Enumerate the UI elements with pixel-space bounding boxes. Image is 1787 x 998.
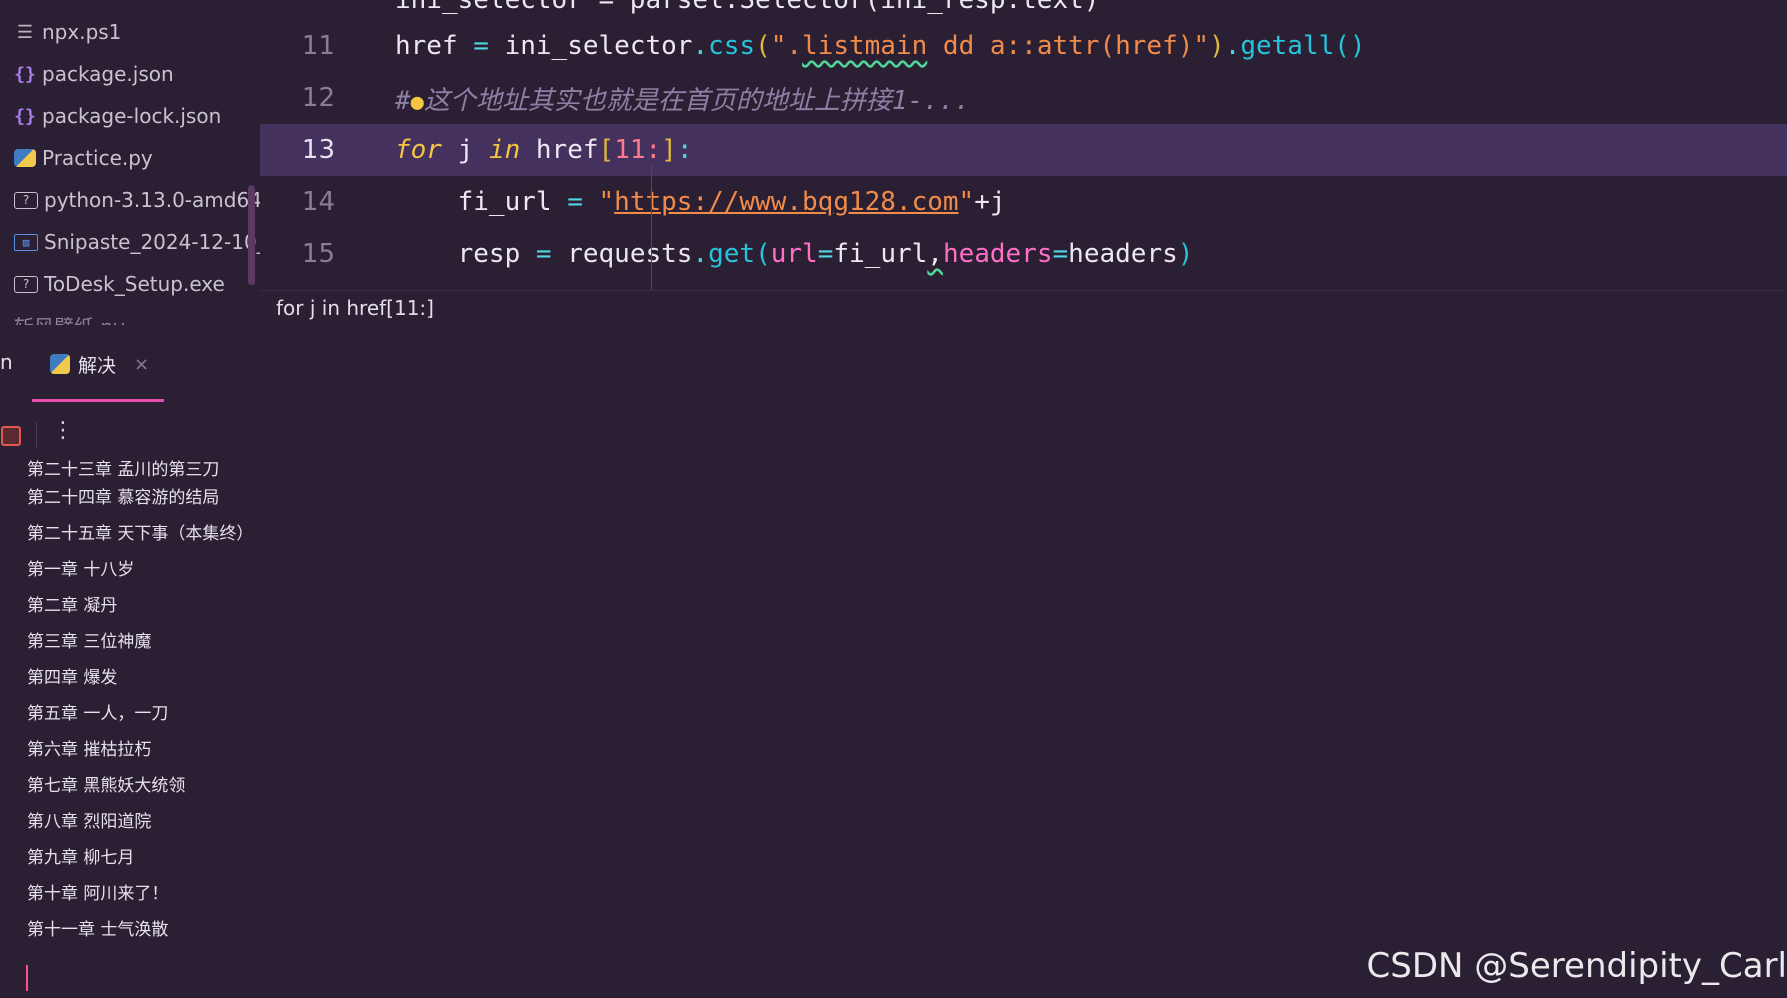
file-item-npx-ps1[interactable]: ☰ npx.ps1 [14,17,260,47]
indent-guide [651,165,652,290]
file-name: npx.ps1 [42,20,122,44]
file-name: python-3.13.0-amd64.exe [44,188,260,212]
sidebar-scrollbar[interactable] [248,185,255,285]
output-line: 第二十三章 孟川的第三刀 [27,460,220,480]
watermark: CSDN @Serendipity_Carl [1366,946,1787,986]
run-toolbar: ⋮ [0,418,80,454]
code-line-13-current[interactable]: 13 for j in href[11:]: [260,124,1787,176]
code-line-14[interactable]: 14 fi_url = "https://www.bqg128.com"+j [260,176,1787,228]
tab-label: 解决 [78,354,117,377]
code-comment: #●这个地址其实也就是在首页的地址上拼接1-... [395,85,971,116]
file-item-package-json[interactable]: {} package.json [14,59,260,89]
unknown-file-icon: ? [14,275,38,293]
unknown-file-icon: ? [14,191,38,209]
output-line: 第七章 黑熊妖大统领 [27,776,186,796]
output-line: 第一章 十八岁 [27,560,135,580]
more-options-icon[interactable]: ⋮ [52,418,74,443]
json-file-icon: {} [14,63,36,85]
output-line: 第八章 烈阳道院 [27,812,152,832]
output-line: 第三章 三位神魔 [27,632,152,652]
python-icon [50,354,70,374]
image-file-icon: ▨ [14,233,38,251]
file-item-python-installer[interactable]: ? python-3.13.0-amd64.exe [14,185,260,215]
output-line: 第四章 爆发 [27,668,118,688]
file-name: package.json [42,62,174,86]
text-cursor [26,965,28,991]
line-number: 14 [301,187,335,217]
output-line: 第六章 摧枯拉朽 [27,740,152,760]
typo-squiggle: listmain [802,31,928,61]
file-name: ToDesk_Setup.exe [44,272,225,296]
toolbar-divider [36,422,37,448]
code-line-12[interactable]: 12 #●这个地址其实也就是在首页的地址上拼接1-... [260,72,1787,124]
file-item-todesk-setup[interactable]: ? ToDesk_Setup.exe [14,269,260,299]
file-item-snipaste[interactable]: ▨ Snipaste_2024-12-10_2 [14,227,260,257]
code-text: fi_url = "https://www.bqg128.com"+j [457,187,1006,217]
code-line-11[interactable]: 11 href = ini_selector.css(".listmain dd… [260,20,1787,72]
run-tool-window: n 解决 × ⋮ 第二十三章 孟川的第三刀 第二十四章 慕容游的结局 第二十五章… [0,325,1787,998]
output-line: 第二章 凝丹 [27,596,118,616]
line-number: 13 [301,135,335,165]
code-text: resp = requests.get(url=fi_url,headers=h… [457,239,1194,269]
line-number: 15 [301,239,335,269]
output-line: 第十章 阿川来了！ [27,884,169,904]
output-line: 第九章 柳七月 [27,848,135,868]
code-text: ini_selector = parsel.Selector(ini_resp.… [395,0,1100,15]
python-file-icon [14,149,36,167]
json-file-icon: {} [14,105,36,127]
lightbulb-icon[interactable]: ● [411,90,424,115]
output-line: 第十一章 士气涣散 [27,920,169,940]
line-number: 11 [301,31,335,61]
url-link: https://www.bqg128.com [614,187,959,217]
file-item-package-lock-json[interactable]: {} package-lock.json [14,101,260,131]
breadcrumb-bar: for j in href[11:] [260,290,1787,326]
output-line: 第五章 一人，一刀 [27,704,169,724]
close-icon[interactable]: × [134,354,149,375]
code-text: for j in href[11:]: [395,135,693,165]
tab-run-jiejue[interactable]: 解决 × [32,329,164,402]
file-item-practice-py[interactable]: Practice.py [14,143,260,173]
line-number: 12 [301,83,335,113]
project-tree: ☰ npx.ps1 {} package.json {} package-loc… [0,0,260,325]
output-line: 第二十五章 天下事（本集终） [27,524,254,544]
output-line: 第二十四章 慕容游的结局 [27,488,220,508]
file-name: Practice.py [42,146,153,170]
file-name: package-lock.json [42,104,222,128]
code-editor[interactable]: ini_selector = parsel.Selector(ini_resp.… [260,0,1787,290]
console-output[interactable]: 第二十三章 孟川的第三刀 第二十四章 慕容游的结局 第二十五章 天下事（本集终）… [27,460,427,948]
file-item-partial[interactable]: 斩风壁纸.py [14,314,125,325]
code-line-15[interactable]: 15 resp = requests.get(url=fi_url,header… [260,228,1787,280]
code-text: href = ini_selector.css(".listmain dd a:… [395,31,1366,61]
text-file-icon: ☰ [16,21,34,43]
panel-title-fragment: n [0,350,13,374]
file-name: Snipaste_2024-12-10_2 [44,230,260,254]
stop-icon[interactable] [1,426,21,446]
breadcrumb[interactable]: for j in href[11:] [276,296,434,320]
